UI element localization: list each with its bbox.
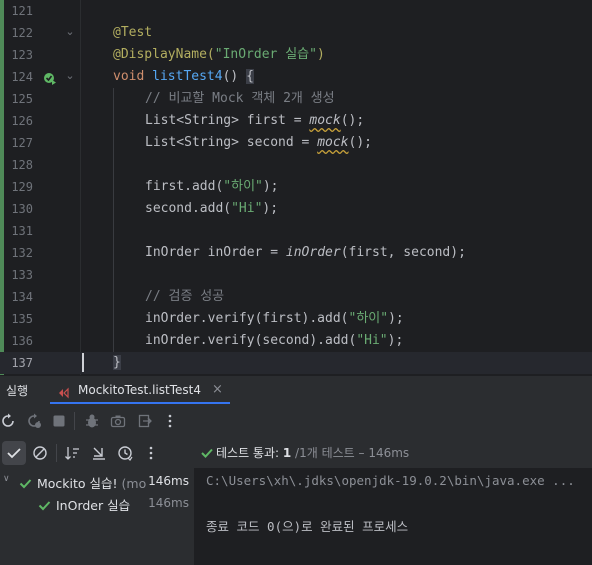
code-line: 136 inOrder.verify(second).add("Hi"); xyxy=(0,330,592,352)
check-icon xyxy=(200,445,214,464)
line-number: 132 xyxy=(11,246,33,260)
line-number: 134 xyxy=(11,290,33,304)
collapse-icon[interactable] xyxy=(91,445,107,461)
run-test-passed-icon[interactable] xyxy=(43,70,57,85)
code-text[interactable]: inOrder.verify(first).add("하이"); xyxy=(145,308,404,330)
code-text[interactable]: } xyxy=(113,352,121,374)
code-text[interactable]: List<String> second = mock(); xyxy=(145,132,372,154)
code-text[interactable]: InOrder inOrder = inOrder(first, second)… xyxy=(145,242,466,264)
code-text[interactable]: @DisplayName("InOrder 실습") xyxy=(113,44,325,66)
line-number: 128 xyxy=(11,158,33,172)
run-tool-window: 실행 MockitoTest.listTest4 × 테스트 통과: 1 /1개… xyxy=(0,375,592,565)
line-number: 133 xyxy=(11,268,33,282)
more-icon[interactable] xyxy=(162,413,178,429)
duration: 146ms xyxy=(148,496,189,510)
code-line: 135 inOrder.verify(first).add("하이"); xyxy=(0,308,592,330)
exit-icon[interactable] xyxy=(137,413,153,429)
console-line-exit: 종료 코드 0(으)로 완료된 프로세스 xyxy=(206,519,409,534)
code-editor[interactable]: 121 122 ⌄ @Test 123 @DisplayName("InOrde… xyxy=(0,0,592,375)
code-line: 125 // 비교할 Mock 객체 2개 생성 xyxy=(0,88,592,110)
code-line: 132 InOrder inOrder = inOrder(first, sec… xyxy=(0,242,592,264)
code-text[interactable]: // 비교할 Mock 객체 2개 생성 xyxy=(145,88,335,110)
line-number: 136 xyxy=(11,334,33,348)
line-number: 135 xyxy=(11,312,33,326)
line-number: 127 xyxy=(11,136,33,150)
fold-chevron-icon[interactable]: ⌄ xyxy=(64,26,76,38)
chevron-down-icon[interactable]: ∨ xyxy=(3,474,10,484)
code-text[interactable]: first.add("하이"); xyxy=(145,176,279,198)
check-icon xyxy=(38,497,51,516)
code-text[interactable]: List<String> first = mock(); xyxy=(145,110,364,132)
rerun-icon[interactable] xyxy=(0,413,16,429)
run-toolbar xyxy=(0,406,592,436)
tab-label: MockitoTest.listTest4 xyxy=(78,383,201,397)
tab-run-configuration[interactable]: MockitoTest.listTest4 × xyxy=(50,376,230,404)
rerun-failed-icon[interactable] xyxy=(26,413,42,429)
test-tree: ∨ Mockito 실습! (mo 146ms InOrder 실습 146ms xyxy=(0,468,194,565)
status-text: 테스트 통과: 1 /1개 테스트 – 146ms xyxy=(216,446,410,460)
debug-icon[interactable] xyxy=(84,413,100,429)
code-line: 122 ⌄ @Test xyxy=(0,22,592,44)
run-tab-bar: 실행 MockitoTest.listTest4 × xyxy=(0,376,592,404)
line-number: 121 xyxy=(11,4,33,18)
line-number: 125 xyxy=(11,92,33,106)
tree-item-label: Mockito 실습! (mo xyxy=(37,476,147,491)
show-ignored-icon[interactable] xyxy=(32,445,48,461)
sort-icon[interactable] xyxy=(64,445,80,461)
more-icon[interactable] xyxy=(143,445,159,461)
code-line: 121 xyxy=(0,0,592,22)
toolbar-separator xyxy=(74,412,75,430)
code-text[interactable]: @Test xyxy=(113,22,152,44)
history-icon[interactable] xyxy=(117,445,133,461)
camera-icon[interactable] xyxy=(110,413,126,429)
line-number: 124 xyxy=(11,70,33,84)
line-number: 123 xyxy=(11,48,33,62)
line-number: 137 xyxy=(11,356,33,370)
toolbar-separator xyxy=(56,444,57,462)
code-line: 124 ⌄ void listTest4() { xyxy=(0,66,592,88)
console-line-command[interactable]: C:\Users\xh\.jdks\openjdk-19.0.2\bin\jav… xyxy=(206,473,575,488)
code-line-current: 137 } xyxy=(0,352,592,374)
text-caret xyxy=(82,353,84,372)
show-passed-toggle[interactable] xyxy=(2,441,26,465)
close-icon[interactable]: × xyxy=(212,382,223,397)
line-number: 130 xyxy=(11,202,33,216)
code-line: 123 @DisplayName("InOrder 실습") xyxy=(0,44,592,66)
code-text[interactable]: second.add("Hi"); xyxy=(145,198,278,220)
code-line: 134 // 검증 성공 xyxy=(0,286,592,308)
line-number: 131 xyxy=(11,224,33,238)
code-line: 129 first.add("하이"); xyxy=(0,176,592,198)
tree-item-suite[interactable]: ∨ Mockito 실습! (mo 146ms xyxy=(0,470,194,492)
code-line: 133 xyxy=(0,264,592,286)
tree-item-label: InOrder 실습 xyxy=(56,498,131,513)
code-text[interactable]: inOrder.verify(second).add("Hi"); xyxy=(145,330,403,352)
line-number: 129 xyxy=(11,180,33,194)
code-line: 128 xyxy=(0,154,592,176)
code-line: 130 second.add("Hi"); xyxy=(0,198,592,220)
line-number: 126 xyxy=(11,114,33,128)
fold-chevron-icon[interactable]: ⌄ xyxy=(64,70,76,82)
run-panel-title: 실행 xyxy=(6,384,29,398)
code-text[interactable]: // 검증 성공 xyxy=(145,286,224,308)
code-line: 126 List<String> first = mock(); xyxy=(0,110,592,132)
test-runner-toolbar xyxy=(0,438,194,468)
stop-icon[interactable] xyxy=(51,413,67,429)
duration: 146ms xyxy=(148,474,189,488)
show-passed-icon xyxy=(7,448,21,459)
test-config-icon xyxy=(58,384,72,403)
tree-item-test[interactable]: InOrder 실습 146ms xyxy=(0,492,194,514)
code-text[interactable]: void listTest4() { xyxy=(113,66,254,88)
line-number: 122 xyxy=(11,26,33,40)
code-line: 127 List<String> second = mock(); xyxy=(0,132,592,154)
code-line: 131 xyxy=(0,220,592,242)
console-output[interactable]: C:\Users\xh\.jdks\openjdk-19.0.2\bin\jav… xyxy=(195,468,592,565)
